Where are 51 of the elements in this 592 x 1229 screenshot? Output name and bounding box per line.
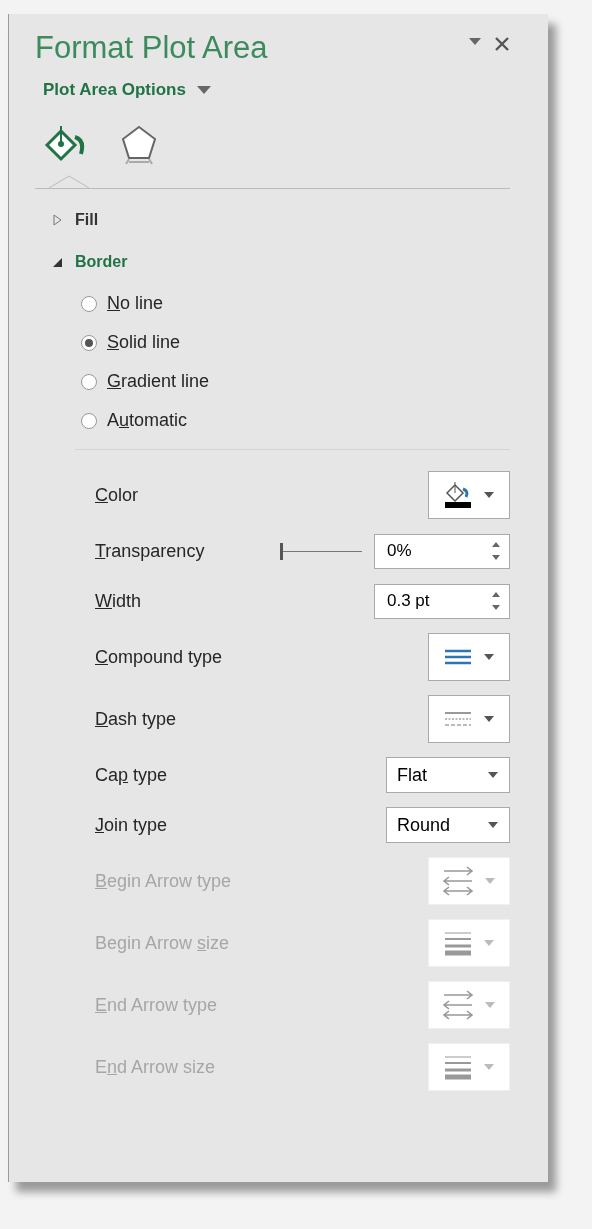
- caret-icon: [487, 821, 499, 829]
- caret-icon: [483, 653, 495, 661]
- radio-label: Gradient line: [107, 371, 210, 392]
- property-label: Transparency: [95, 540, 206, 562]
- dropdown[interactable]: Flat: [386, 757, 510, 793]
- property-label: Width: [95, 590, 143, 612]
- property-label: End Arrow type: [95, 994, 219, 1016]
- caret-icon: [483, 1063, 495, 1071]
- caret-icon: [487, 771, 499, 779]
- collapsed-triangle-icon: [51, 214, 63, 226]
- caret-icon[interactable]: [468, 36, 482, 46]
- line-color-icon: [443, 481, 473, 509]
- section-header[interactable]: Fill: [51, 211, 99, 229]
- slider-thumb[interactable]: [280, 542, 283, 560]
- property-label: Begin Arrow type: [95, 870, 233, 892]
- property-label: Dash type: [95, 708, 178, 730]
- compound-lines-icon: [443, 647, 473, 667]
- radio-label: No line: [107, 293, 164, 314]
- arrows-icon: [442, 866, 474, 896]
- caret-icon: [195, 85, 212, 95]
- close-icon[interactable]: [494, 36, 510, 52]
- dropdown[interactable]: Round: [386, 807, 510, 843]
- spin-field[interactable]: 0%: [374, 533, 510, 569]
- line-weights-icon: [443, 930, 473, 956]
- property-label: Compound type: [95, 646, 224, 668]
- property-label: Join type: [95, 814, 169, 836]
- radio-label: Automatic: [107, 410, 188, 431]
- radio-button[interactable]: [81, 373, 97, 390]
- section-header[interactable]: Border: [51, 253, 128, 271]
- caret-icon: [483, 939, 495, 947]
- property-label: Color: [95, 484, 139, 506]
- caret-icon: [484, 877, 496, 885]
- radio-button[interactable]: [81, 412, 97, 429]
- caret-icon: [484, 1001, 496, 1009]
- arrows-icon: [442, 990, 474, 1020]
- radio-button[interactable]: [81, 334, 97, 351]
- pane-title: Format Plot Area: [35, 30, 269, 66]
- radio-button[interactable]: [81, 295, 97, 312]
- radio-label: Solid line: [107, 332, 181, 353]
- expanded-triangle-icon: [51, 256, 63, 268]
- spin-field[interactable]: 0.3 pt: [374, 583, 510, 619]
- line-weights-icon: [443, 1054, 473, 1080]
- property-label: Cap type: [95, 764, 169, 786]
- options-dropdown[interactable]: Plot Area Options: [43, 80, 212, 100]
- property-label: End Arrow size: [95, 1056, 217, 1078]
- spin-arrows-icon[interactable]: [491, 540, 501, 562]
- dash-lines-icon: [443, 709, 473, 729]
- property-label: Begin Arrow size: [95, 932, 231, 954]
- caret-icon: [483, 715, 495, 723]
- spin-arrows-icon[interactable]: [491, 590, 501, 612]
- caret-icon: [483, 491, 495, 499]
